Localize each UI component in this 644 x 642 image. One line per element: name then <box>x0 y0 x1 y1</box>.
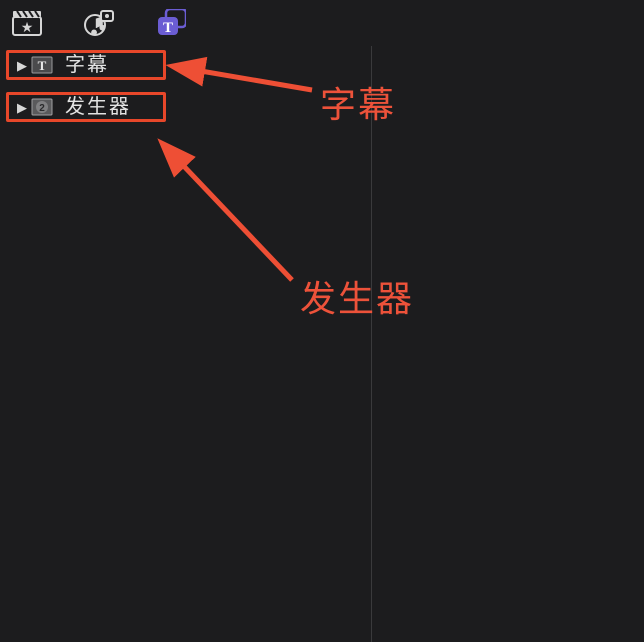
annotation-generators: 发生器 <box>300 270 414 322</box>
panel-divider <box>371 46 372 642</box>
sidebar-item-label: 发生器 <box>65 97 131 117</box>
title-category-icon: T <box>31 54 53 76</box>
sidebar-item-label: 字幕 <box>65 55 109 75</box>
sidebar-item-generators[interactable]: ▶ 2 发生器 <box>6 92 166 122</box>
browser-toolbar: ★ T <box>0 0 644 46</box>
clapperboard-icon: ★ <box>12 10 42 36</box>
audio-library-tab[interactable] <box>82 8 116 38</box>
browser-panel: ★ T ▶ T <box>0 0 644 642</box>
annotation-subtitles: 字幕 <box>320 76 396 128</box>
disclosure-triangle-icon: ▶ <box>15 101 29 114</box>
svg-text:T: T <box>38 58 47 73</box>
titles-icon: T <box>156 9 186 37</box>
generator-category-icon: 2 <box>31 96 53 118</box>
sidebar-item-subtitles[interactable]: ▶ T 字幕 <box>6 50 166 80</box>
media-library-tab[interactable]: ★ <box>10 8 44 38</box>
titles-sidebar: ▶ T 字幕 ▶ 2 发生器 <box>6 50 166 134</box>
music-photos-icon <box>84 10 114 36</box>
svg-text:★: ★ <box>21 19 34 35</box>
disclosure-triangle-icon: ▶ <box>15 59 29 72</box>
svg-text:2: 2 <box>39 103 45 114</box>
titles-generators-tab[interactable]: T <box>154 8 188 38</box>
svg-text:T: T <box>163 20 173 36</box>
